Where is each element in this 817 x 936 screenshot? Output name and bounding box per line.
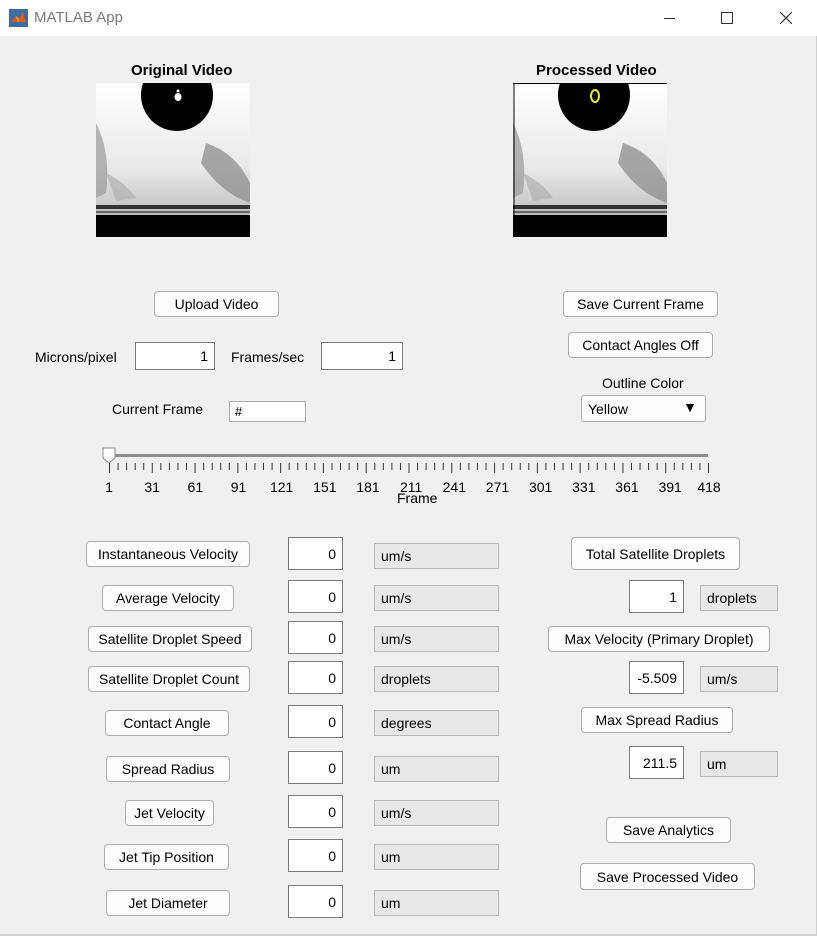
spread-radius-value[interactable]: 0: [288, 751, 343, 784]
jet-diameter-value[interactable]: 0: [288, 885, 343, 918]
frames-per-sec-field[interactable]: 1: [321, 342, 403, 370]
jet-tip-position-value[interactable]: 0: [288, 839, 343, 872]
slider-tick-label: 31: [144, 479, 160, 495]
microns-per-pixel-field[interactable]: 1: [135, 342, 215, 370]
outline-color-dropdown[interactable]: Yellow ▼: [581, 395, 706, 422]
contact-angles-toggle-button[interactable]: Contact Angles Off: [568, 332, 713, 358]
slider-tick-label: 418: [697, 479, 721, 495]
close-icon: [780, 12, 792, 24]
close-button[interactable]: [757, 0, 815, 36]
average-velocity-unit: um/s: [374, 585, 499, 611]
minimize-icon: [663, 17, 675, 19]
slider-tick-label: 151: [313, 479, 337, 495]
max-spread-radius-button[interactable]: Max Spread Radius: [581, 707, 733, 733]
slider-tick-label: 241: [442, 479, 466, 495]
instantaneous-velocity-unit: um/s: [374, 543, 499, 569]
jet-velocity-value[interactable]: 0: [288, 795, 343, 828]
jet-velocity-unit: um/s: [374, 800, 499, 826]
satellite-droplet-speed-button[interactable]: Satellite Droplet Speed: [88, 626, 252, 652]
slider-tick-label: 271: [485, 479, 510, 495]
frame-axis-label: Frame: [397, 490, 438, 506]
max-spread-radius-value[interactable]: 211.5: [629, 746, 684, 779]
slider-tick-label: 181: [356, 479, 380, 495]
original-video-title: Original Video: [131, 62, 233, 79]
outline-color-label: Outline Color: [602, 375, 684, 391]
current-frame-field[interactable]: #: [229, 401, 306, 422]
satellite-droplet-count-value[interactable]: 0: [288, 661, 343, 694]
max-velocity-value[interactable]: -5.509: [629, 661, 684, 694]
instantaneous-velocity-value[interactable]: 0: [288, 537, 343, 570]
matlab-icon: [9, 9, 28, 27]
window-title: MATLAB App: [34, 9, 123, 26]
average-velocity-button[interactable]: Average Velocity: [102, 585, 234, 611]
satellite-droplet-speed-value[interactable]: 0: [288, 621, 343, 654]
contact-angle-button[interactable]: Contact Angle: [105, 710, 229, 736]
upload-video-button[interactable]: Upload Video: [154, 291, 279, 317]
jet-velocity-button[interactable]: Jet Velocity: [125, 800, 214, 826]
processed-video-frame: [513, 83, 667, 237]
total-satellite-droplets-unit: droplets: [700, 585, 778, 611]
processed-video-title: Processed Video: [536, 62, 657, 79]
jet-tip-position-button[interactable]: Jet Tip Position: [104, 844, 229, 870]
slider-tick-label: 121: [269, 479, 294, 495]
slider-tick-label: 361: [615, 479, 639, 495]
chevron-down-icon: ▼: [683, 399, 697, 415]
slider-tick-label: 91: [230, 479, 247, 495]
total-satellite-droplets-value[interactable]: 1: [629, 580, 684, 613]
maximize-icon: [721, 12, 733, 24]
save-analytics-button[interactable]: Save Analytics: [606, 817, 731, 843]
slider-tick-label: 61: [187, 479, 204, 495]
jet-tip-position-unit: um: [374, 844, 499, 870]
frames-per-sec-label: Frames/sec: [231, 349, 305, 365]
save-current-frame-button[interactable]: Save Current Frame: [563, 291, 718, 317]
current-frame-label: Current Frame: [112, 401, 204, 417]
title-bar: MATLAB App: [0, 0, 817, 36]
contact-angle-value[interactable]: 0: [288, 705, 343, 738]
slider-tick-label: 331: [572, 479, 596, 495]
maximize-button[interactable]: [698, 0, 756, 36]
minimize-button[interactable]: [640, 0, 698, 36]
satellite-droplet-count-unit: droplets: [374, 666, 499, 692]
average-velocity-value[interactable]: 0: [288, 580, 343, 613]
microns-per-pixel-label: Microns/pixel: [35, 349, 117, 365]
processed-video-image: [513, 83, 667, 237]
jet-diameter-button[interactable]: Jet Diameter: [106, 890, 230, 916]
jet-diameter-unit: um: [374, 890, 499, 916]
max-velocity-unit: um/s: [700, 666, 778, 692]
slider-tick-label: 391: [658, 479, 682, 495]
satellite-droplet-speed-unit: um/s: [374, 626, 499, 652]
frame-slider-thumb[interactable]: [102, 447, 116, 464]
total-satellite-droplets-button[interactable]: Total Satellite Droplets: [571, 537, 740, 570]
max-velocity-primary-droplet-button[interactable]: Max Velocity (Primary Droplet): [548, 626, 770, 652]
original-video-image: [96, 83, 250, 237]
outline-color-value: Yellow: [588, 400, 628, 417]
spread-radius-button[interactable]: Spread Radius: [106, 756, 230, 782]
contact-angle-unit: degrees: [374, 710, 499, 736]
frame-slider-track[interactable]: [108, 454, 708, 457]
frame-slider-ticks: [109, 463, 709, 473]
satellite-droplet-count-button[interactable]: Satellite Droplet Count: [88, 666, 250, 692]
slider-tick-label: 301: [528, 479, 553, 495]
max-spread-radius-unit: um: [700, 751, 778, 777]
slider-tick-label: 1: [105, 479, 113, 495]
save-processed-video-button[interactable]: Save Processed Video: [580, 863, 755, 890]
instantaneous-velocity-button[interactable]: Instantaneous Velocity: [86, 541, 250, 567]
spread-radius-unit: um: [374, 756, 499, 782]
original-video-frame: [96, 83, 250, 237]
